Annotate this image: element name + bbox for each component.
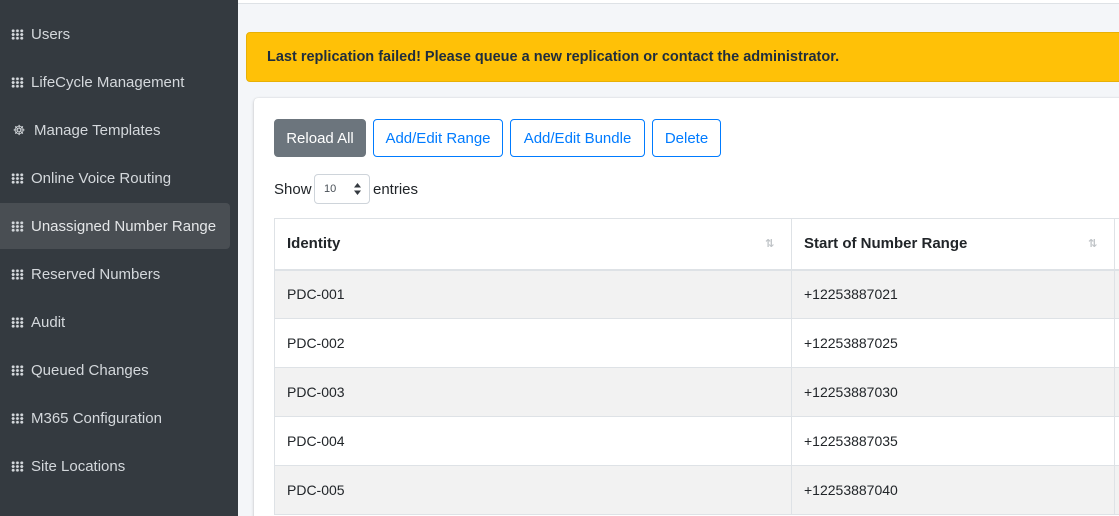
table-row[interactable]: PDC-003 +12253887030 (274, 367, 1119, 417)
number-range-table: Identity ⇅ Start of Number Range ⇅ PDC-0… (274, 218, 1119, 515)
add-edit-range-button[interactable]: Add/Edit Range (373, 119, 503, 157)
sidebar-item-label: LifeCycle Management (31, 73, 185, 91)
sort-icon: ⇅ (765, 238, 774, 250)
table-row[interactable]: PDC-001 +12253887021 (274, 269, 1119, 319)
table-row[interactable]: PDC-005 +12253887040 (274, 465, 1119, 515)
grid-icon (11, 28, 24, 40)
sidebar-item-reserved-numbers[interactable]: Reserved Numbers (0, 251, 230, 297)
template-icon: ☸ (12, 122, 26, 138)
identity-cell: PDC-005 (274, 465, 792, 515)
delete-button[interactable]: Delete (652, 119, 721, 157)
sidebar-item-unassigned-number-range[interactable]: Unassigned Number Range (0, 203, 230, 249)
sidebar-item-audit[interactable]: Audit (0, 299, 230, 345)
start-range-cell: +12253887021 (791, 269, 1115, 319)
select-arrows-icon (354, 183, 361, 195)
sidebar: Users LifeCycle Management ☸ Manage Temp… (0, 0, 238, 516)
sidebar-item-site-locations[interactable]: Site Locations (0, 443, 230, 489)
identity-cell: PDC-001 (274, 269, 792, 319)
column-header-label: Start of Number Range (804, 235, 968, 253)
grid-icon (11, 316, 24, 328)
page-length-value: 10 (324, 183, 337, 195)
identity-cell: PDC-004 (274, 416, 792, 466)
reload-all-button[interactable]: Reload All (274, 119, 366, 157)
sidebar-item-label: Manage Templates (34, 121, 161, 139)
sidebar-item-label: Online Voice Routing (31, 169, 172, 187)
sidebar-item-label: Reserved Numbers (31, 265, 161, 283)
sidebar-item-queued-changes[interactable]: Queued Changes (0, 347, 230, 393)
sort-icon: ⇅ (1088, 238, 1097, 250)
sidebar-item-label: Unassigned Number Range (31, 217, 217, 235)
start-range-cell: +12253887025 (791, 318, 1115, 368)
identity-cell: PDC-003 (274, 367, 792, 417)
sidebar-item-online-voice-routing[interactable]: Online Voice Routing (0, 155, 230, 201)
start-range-cell: +12253887035 (791, 416, 1115, 466)
overflow-cell (1114, 416, 1119, 466)
overflow-cell (1114, 318, 1119, 368)
overflow-cell (1114, 465, 1119, 515)
replication-warning-alert: Last replication failed! Please queue a … (246, 32, 1119, 82)
sidebar-item-label: M365 Configuration (31, 409, 162, 427)
column-header-identity[interactable]: Identity ⇅ (274, 218, 792, 271)
grid-icon (11, 172, 24, 184)
sidebar-item-lifecycle-management[interactable]: LifeCycle Management (0, 59, 230, 105)
table-header-row: Identity ⇅ Start of Number Range ⇅ (274, 218, 1119, 271)
grid-icon (11, 412, 24, 424)
sidebar-item-manage-templates[interactable]: ☸ Manage Templates (0, 107, 230, 153)
identity-cell: PDC-002 (274, 318, 792, 368)
sidebar-item-label: Audit (31, 313, 66, 331)
column-header-start-of-number-range[interactable]: Start of Number Range ⇅ (791, 218, 1115, 271)
start-range-cell: +12253887030 (791, 367, 1115, 417)
sidebar-item-label: Queued Changes (31, 361, 149, 379)
sidebar-item-users[interactable]: Users (0, 11, 230, 57)
grid-icon (11, 460, 24, 472)
add-edit-bundle-button[interactable]: Add/Edit Bundle (510, 119, 645, 157)
grid-icon (11, 76, 24, 88)
table-row[interactable]: PDC-004 +12253887035 (274, 416, 1119, 466)
sidebar-item-label: Users (31, 25, 71, 43)
sidebar-item-m365-configuration[interactable]: M365 Configuration (0, 395, 230, 441)
overflow-cell (1114, 367, 1119, 417)
overflow-cell (1114, 269, 1119, 319)
grid-icon (11, 220, 24, 232)
column-header-overflow (1114, 218, 1119, 271)
column-header-label: Identity (287, 235, 341, 253)
grid-icon (11, 268, 24, 280)
sidebar-item-label: Site Locations (31, 457, 126, 475)
page-length-select[interactable]: 10 (314, 174, 370, 204)
grid-icon (11, 364, 24, 376)
alert-message: Last replication failed! Please queue a … (267, 49, 840, 65)
entries-label: entries (373, 180, 419, 198)
start-range-cell: +12253887040 (791, 465, 1115, 515)
table-row[interactable]: PDC-002 +12253887025 (274, 318, 1119, 368)
show-label: Show (274, 180, 312, 198)
